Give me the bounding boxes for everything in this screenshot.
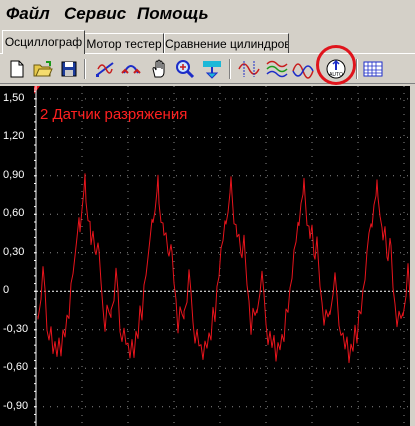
y-tick-label: -0,30 [3,322,29,335]
tab-strip: Осциллограф Мотор тестер Сравнение цилин… [0,30,415,54]
toolbar-separator [356,59,358,79]
toolbar-separator [229,59,231,79]
menu-bar: Файл Сервис Помощь [0,0,415,28]
toolbar-separator [84,59,86,79]
oscilloscope-plot[interactable]: 1 [0,86,415,426]
phase-waves-icon[interactable] [292,58,314,80]
zoom-vertical-icon[interactable] [120,58,142,80]
y-tick-label: -0,90 [3,399,29,412]
measure-markers-icon[interactable] [238,58,260,80]
tab-cylinder-comparison[interactable]: Сравнение цилиндров [164,33,289,54]
y-tick-label: 1,50 [3,91,25,104]
y-tick-label: 1,20 [3,130,25,143]
grid-table-icon[interactable] [362,58,384,80]
tab-oscilloscope[interactable]: Осциллограф [2,30,85,54]
tab-motor-tester[interactable]: Мотор тестер [84,33,164,54]
y-axis: 1,50 1,20 0,90 0,60 0,30 0 -0,30 -0,60 -0,90 [0,86,34,426]
multi-waves-icon[interactable] [266,58,288,80]
auto-label: AUTO [329,72,343,78]
y-tick-label: 0,30 [3,245,25,258]
y-tick-label: 0,60 [3,207,25,220]
save-icon[interactable] [58,58,80,80]
zoom-horizontal-icon[interactable] [94,58,116,80]
menu-help[interactable]: Помощь [137,4,209,24]
channel-title: 2 Датчик разряжения [40,106,188,123]
hand-pan-icon[interactable] [148,58,170,80]
menu-service[interactable]: Сервис [64,4,126,24]
auto-scale-icon[interactable]: AUTO [325,58,347,80]
signal-adjust-icon[interactable] [201,58,223,80]
toolbar: AUTO [0,56,415,84]
oscilloscope-panel: 1 1,50 1,20 0,90 0,60 0,30 0 -0,30 -0,60 -0,90 2… [0,86,415,426]
y-tick-label: 0,90 [3,168,25,181]
magnifier-icon[interactable] [174,58,196,80]
y-tick-label: -0,60 [3,361,29,374]
y-tick-label: 0 [3,284,10,297]
new-file-icon[interactable] [6,58,28,80]
vertical-scrollbar[interactable] [410,86,415,426]
menu-file[interactable]: Файл [6,4,50,24]
open-folder-icon[interactable] [32,58,54,80]
